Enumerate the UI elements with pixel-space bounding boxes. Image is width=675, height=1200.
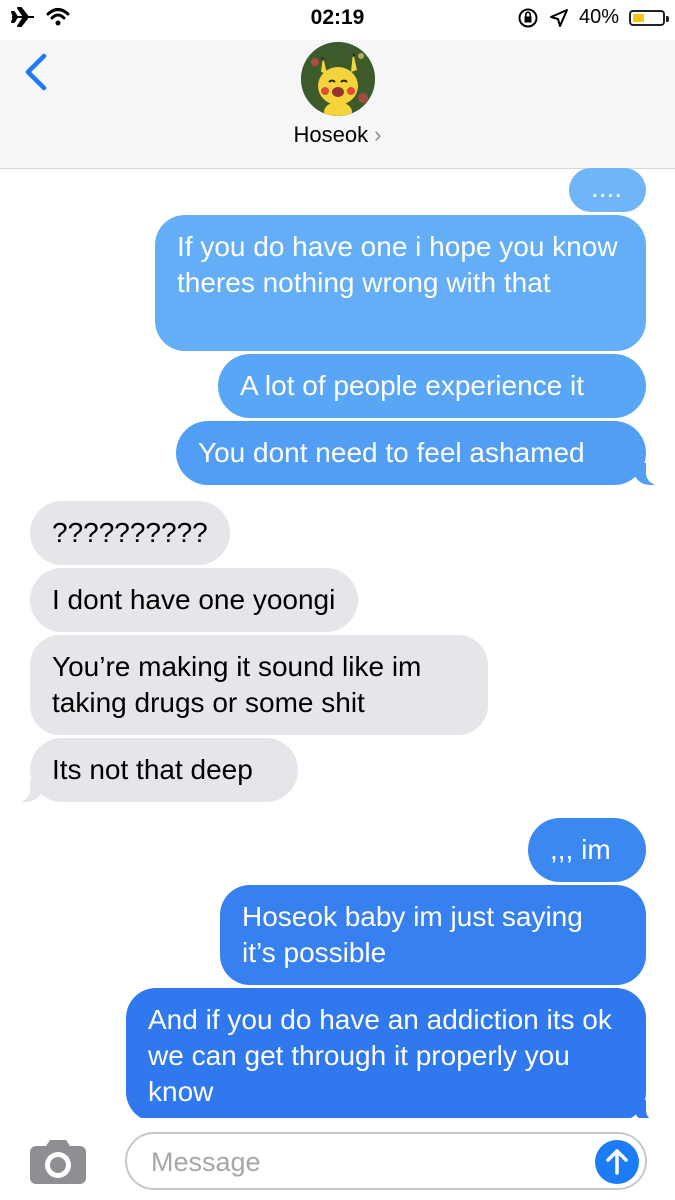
orientation-lock-icon [518, 8, 538, 27]
battery-fill [633, 13, 644, 22]
battery-icon [629, 9, 669, 26]
message-text: ,,, im [550, 834, 611, 865]
camera-icon [30, 1140, 86, 1184]
message-bubble-received[interactable]: ?????????? [30, 501, 230, 565]
message-bubble-sent[interactable]: .... [569, 168, 646, 212]
message-bubble-received[interactable]: You’re making it sound like im taking dr… [30, 635, 488, 735]
status-bar: 02:19 40% [0, 0, 675, 40]
send-arrow-icon [606, 1149, 628, 1175]
message-text: You’re making it sound like im taking dr… [52, 651, 422, 718]
message-bubble-sent[interactable]: ,,, im [528, 818, 646, 882]
message-text: Its not that deep [52, 754, 253, 785]
message-text: .... [591, 172, 623, 203]
contact-name-button[interactable]: Hoseok › [0, 122, 675, 148]
message-text: If you do have one i hope you know there… [177, 231, 618, 298]
battery-percent: 40% [578, 6, 619, 28]
message-bubble-sent[interactable]: A lot of people experience it [218, 354, 646, 418]
message-bubble-sent[interactable]: Hoseok baby im just saying it’s possible [220, 885, 646, 985]
input-bar [0, 1118, 675, 1200]
message-bubble-sent[interactable]: And if you do have an addiction its ok w… [126, 988, 660, 1118]
message-bubble-received[interactable]: I dont have one yoongi [30, 568, 358, 632]
message-text: I dont have one yoongi [52, 584, 336, 615]
message-text: Hoseok baby im just saying it’s possible [242, 901, 583, 968]
message-text: A lot of people experience it [240, 370, 585, 401]
message-bubble-sent[interactable]: If you do have one i hope you know there… [155, 215, 646, 351]
message-bubble-received[interactable]: Its not that deep [16, 738, 298, 802]
contact-name: Hoseok [293, 122, 369, 147]
message-list: .... If you do have one i hope you know … [0, 168, 675, 1118]
chevron-right-icon: › [374, 122, 382, 147]
message-input[interactable] [149, 1134, 573, 1190]
battery-cap [666, 15, 669, 22]
status-right: 40% [517, 6, 669, 29]
camera-button[interactable] [26, 1138, 90, 1186]
location-icon [549, 8, 568, 27]
send-button[interactable] [595, 1140, 639, 1184]
message-bubble-sent[interactable]: You dont need to feel ashamed [176, 421, 660, 485]
message-text: You dont need to feel ashamed [198, 437, 585, 468]
back-chevron-icon [25, 53, 47, 91]
conversation-header: Hoseok › [0, 40, 675, 169]
avatar[interactable] [301, 42, 375, 116]
message-text: ?????????? [52, 517, 208, 548]
message-input-field[interactable] [125, 1132, 647, 1190]
message-text: And if you do have an addiction its ok w… [148, 1004, 612, 1107]
back-button[interactable] [18, 50, 58, 94]
